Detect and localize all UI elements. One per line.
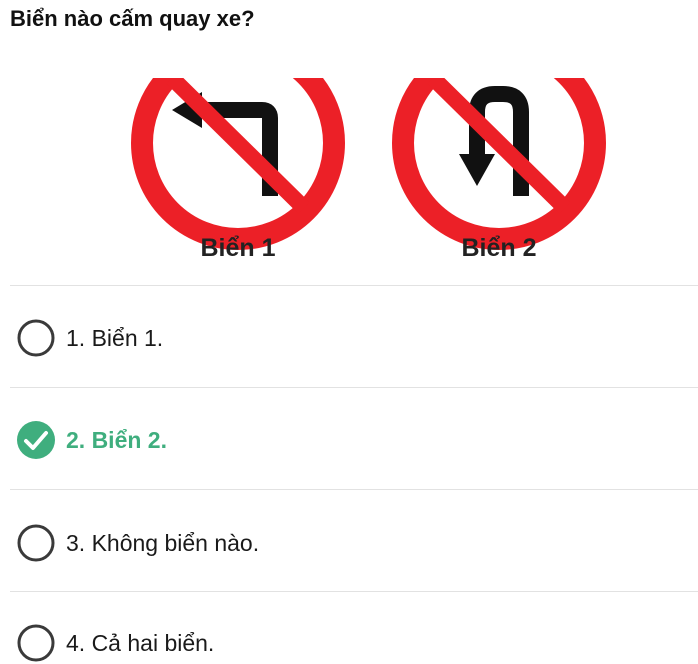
sign-2-image — [389, 78, 609, 302]
divider — [10, 489, 698, 490]
answer-option-label: 1. Biển 1. — [66, 325, 164, 351]
radio-unchecked-icon[interactable] — [16, 523, 56, 563]
sign-1-image — [128, 78, 348, 302]
divider — [10, 285, 698, 286]
answer-option-label: 4. Cả hai biển. — [66, 630, 215, 656]
answer-option-2[interactable]: 2. Biển 2. — [16, 420, 167, 460]
answer-option-label: 2. Biển 2. — [66, 427, 167, 453]
answer-option-label: 3. Không biển nào. — [66, 530, 260, 556]
answer-option-4[interactable]: 4. Cả hai biển. — [16, 623, 214, 663]
divider — [10, 387, 698, 388]
radio-unchecked-icon[interactable] — [16, 623, 56, 663]
radio-unchecked-icon[interactable] — [16, 318, 56, 358]
divider — [10, 591, 698, 592]
checkmark-circle-icon[interactable] — [16, 420, 56, 460]
answer-option-3[interactable]: 3. Không biển nào. — [16, 523, 259, 563]
answer-option-1[interactable]: 1. Biển 1. — [16, 318, 163, 358]
no-u-turn-icon — [392, 78, 606, 250]
sign-2-caption: Biển 2 — [461, 234, 537, 262]
question-text: Biển nào cấm quay xe? — [10, 6, 255, 31]
no-left-turn-icon — [131, 78, 345, 250]
sign-1-caption: Biển 1 — [200, 234, 276, 262]
